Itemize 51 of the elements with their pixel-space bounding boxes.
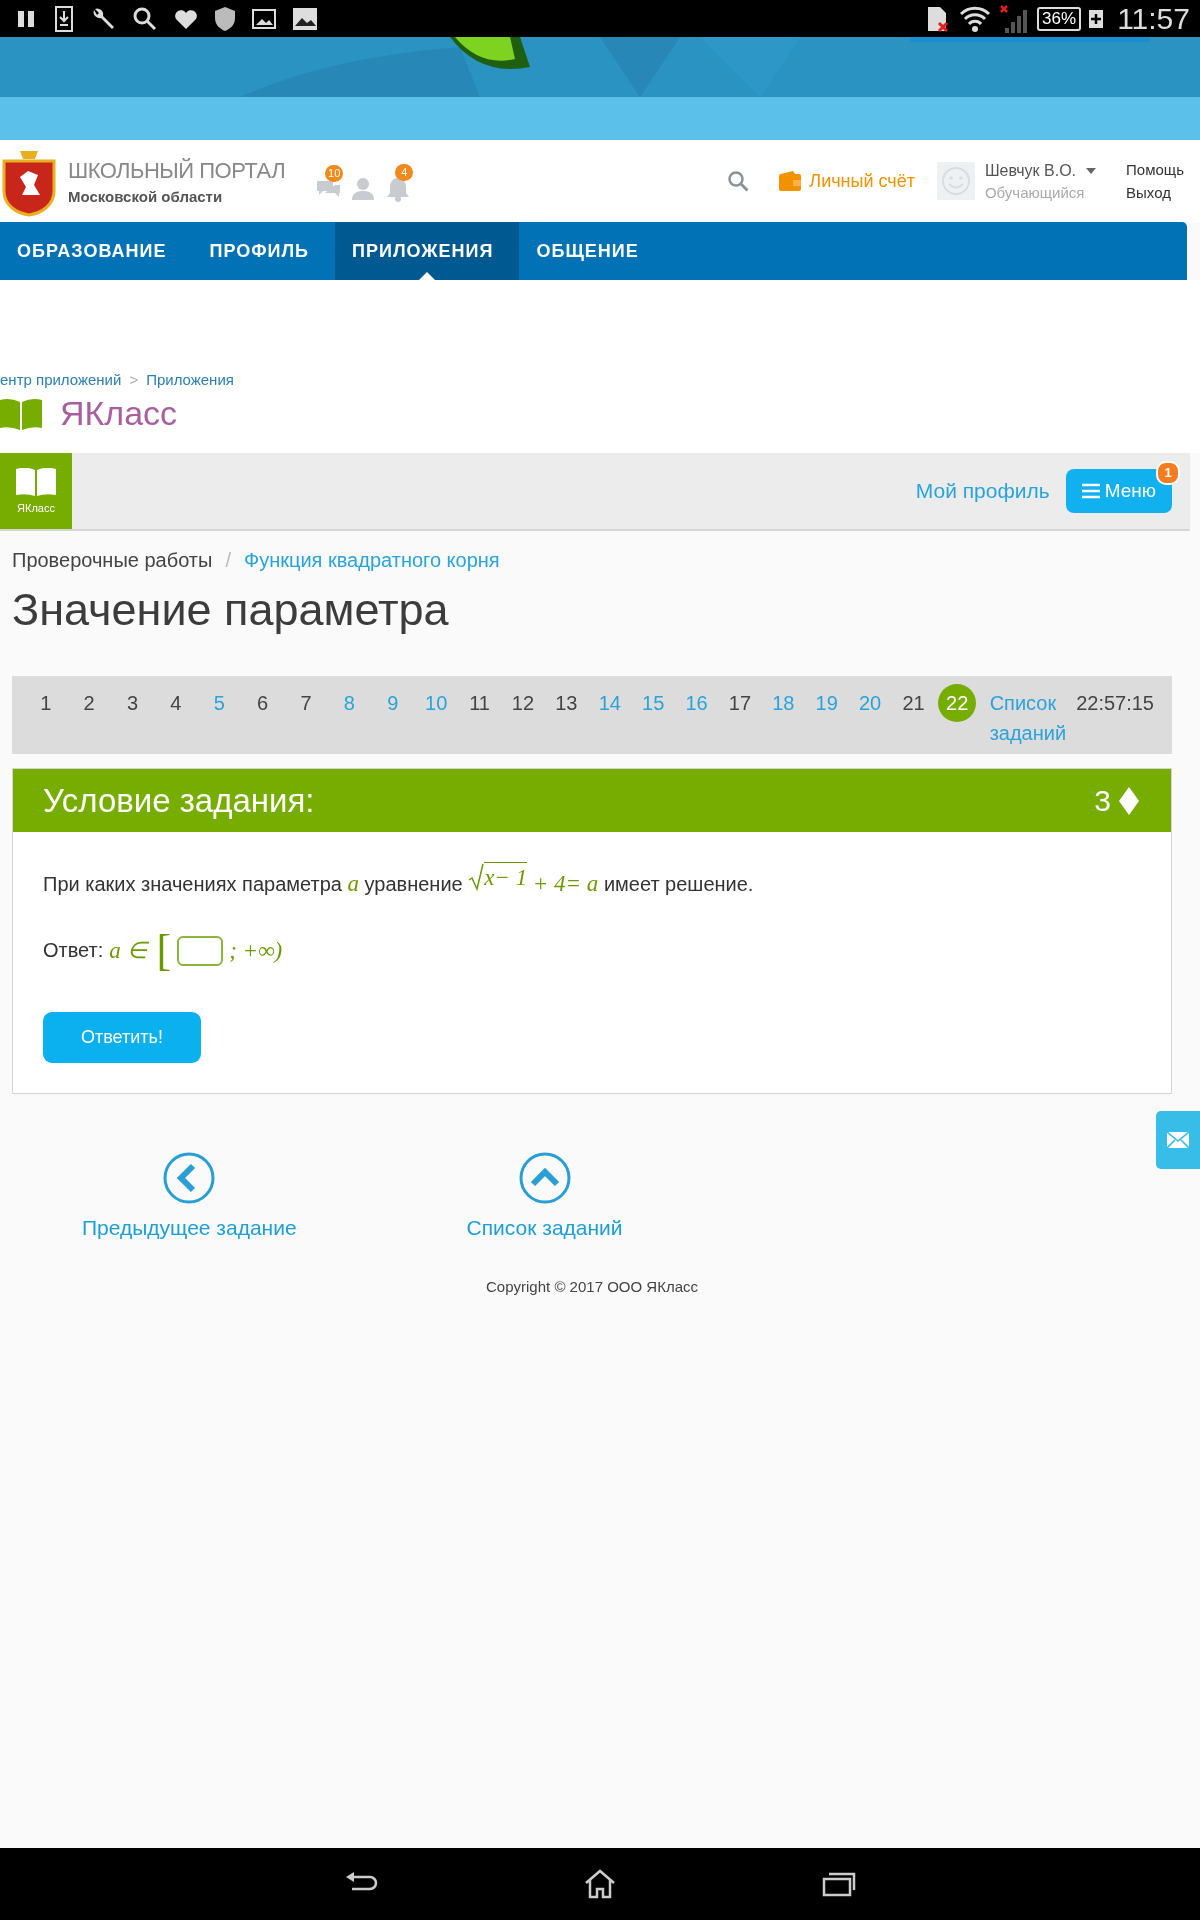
submit-button[interactable]: Ответить! bbox=[43, 1012, 201, 1063]
nav-tab[interactable]: ОБРАЗОВАНИЕ bbox=[0, 222, 193, 280]
app-logo[interactable]: ЯКласс bbox=[0, 453, 72, 529]
user-name[interactable]: Шевчук В.О. bbox=[984, 161, 1077, 180]
answer-label: Ответ: bbox=[43, 939, 104, 962]
logout-link[interactable]: Выход bbox=[1126, 184, 1184, 201]
page-number[interactable]: 13 bbox=[544, 684, 589, 722]
page-number[interactable]: 2 bbox=[67, 684, 111, 722]
nav-tab[interactable]: ОБЩЕНИЕ bbox=[519, 222, 665, 280]
portal-title: ШКОЛЬНЫЙ ПОРТАЛ bbox=[68, 157, 286, 184]
page-number[interactable]: 4 bbox=[154, 684, 198, 722]
nav-tab[interactable]: ПРОФИЛЬ bbox=[192, 222, 336, 280]
breadcrumb-link[interactable]: Приложения bbox=[146, 371, 234, 388]
interval-end: ; +∞) bbox=[229, 937, 283, 964]
interval-bracket: [ bbox=[156, 925, 172, 976]
page-number[interactable]: 17 bbox=[718, 684, 762, 722]
page-number[interactable]: 1 bbox=[24, 684, 68, 722]
task-navigation-link[interactable]: Список заданий bbox=[466, 1152, 623, 1240]
breadcrumb-link[interactable]: Функция квадратного корня bbox=[243, 549, 500, 572]
page-number[interactable]: 22 bbox=[938, 684, 977, 722]
account-link[interactable]: Личный счёт bbox=[779, 170, 915, 192]
profile-link[interactable]: Мой профиль bbox=[915, 479, 1050, 503]
menu-badge: 1 bbox=[1156, 461, 1180, 485]
page-number[interactable]: 12 bbox=[501, 684, 545, 722]
user-role: Обучающийся bbox=[984, 183, 1086, 201]
battery-level: 36% bbox=[1037, 6, 1082, 31]
breadcrumb-item[interactable]: Проверочные работы bbox=[12, 549, 213, 572]
answer-formula: a ∈ bbox=[109, 937, 147, 964]
points: 3 bbox=[1094, 783, 1111, 818]
portal-subtitle: Московской области bbox=[68, 187, 224, 205]
page-title: Значение параметра bbox=[12, 584, 450, 636]
app-logo-label: ЯКласс bbox=[17, 502, 55, 514]
breadcrumb-link[interactable]: ентр приложений bbox=[0, 371, 122, 388]
page-number[interactable]: 6 bbox=[240, 684, 285, 722]
breadcrumb-separator: > bbox=[129, 371, 139, 388]
page-number[interactable]: 7 bbox=[284, 684, 328, 722]
notification-count-badge: 4 bbox=[395, 164, 414, 181]
task-navigation-link[interactable]: Предыдущее задание bbox=[82, 1152, 297, 1240]
breadcrumb-separator: / bbox=[225, 549, 231, 572]
timer: 22:57:15 bbox=[1076, 691, 1154, 716]
message-count-badge: 10 bbox=[325, 165, 344, 182]
question-text: При каких значениях параметра a уравнение x− 1 + 4= a имеет решение. bbox=[43, 862, 1141, 897]
page-number[interactable]: 3 bbox=[110, 684, 155, 722]
app-title: ЯКласс bbox=[60, 394, 178, 433]
help-link[interactable]: Помощь bbox=[1126, 161, 1184, 178]
page-number[interactable]: 11 bbox=[457, 684, 502, 722]
page-number[interactable]: 21 bbox=[891, 684, 936, 722]
task-title: Условие задания: bbox=[43, 781, 315, 820]
copyright-text: Copyright © 2017 ООО ЯКласс bbox=[485, 1278, 699, 1295]
clock: 11:57 bbox=[1117, 1, 1190, 36]
nav-tab[interactable]: ПРИЛОЖЕНИЯ bbox=[335, 222, 520, 280]
